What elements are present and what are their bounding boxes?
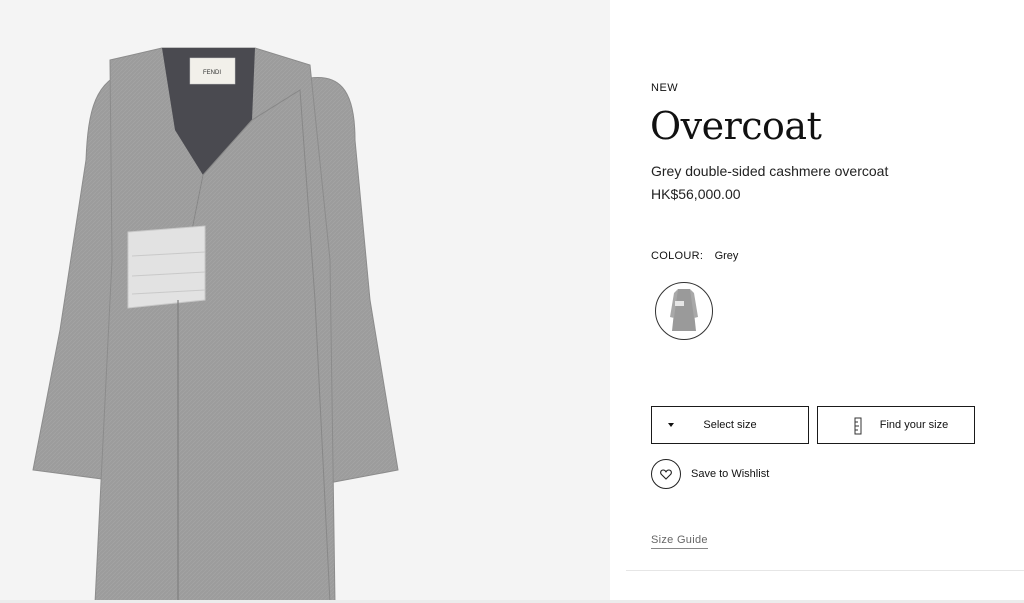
garment-label-text: FENDI [203, 70, 221, 76]
save-to-wishlist-button[interactable]: Save to Wishlist [651, 458, 769, 490]
wishlist-label: Save to Wishlist [691, 468, 770, 480]
colour-value: Grey [714, 250, 739, 262]
product-info-panel: NEW Overcoat Grey double-sided cashmere … [610, 0, 1024, 603]
find-your-size-button[interactable]: Find your size [817, 406, 975, 444]
product-price: HK$56,000.00 [651, 186, 741, 202]
swatch-thumbnail [670, 289, 698, 331]
select-size-button[interactable]: Select size [651, 406, 809, 444]
select-size-label: Select size [703, 419, 757, 431]
find-your-size-label: Find your size [879, 419, 949, 431]
heart-icon [651, 459, 681, 489]
divider [626, 570, 1024, 571]
product-title: Overcoat [650, 104, 822, 148]
product-description: Grey double-sided cashmere overcoat [651, 163, 889, 179]
colour-label: COLOUR: [651, 250, 704, 262]
colour-selector: COLOUR: Grey [651, 250, 738, 262]
ruler-icon [854, 417, 862, 435]
coat-illustration: FENDI [32, 47, 399, 603]
caret-down-icon [668, 423, 674, 427]
new-badge: NEW [651, 82, 679, 94]
colour-swatch-grey[interactable] [655, 282, 713, 340]
size-guide-link[interactable]: Size Guide [651, 534, 708, 549]
product-image[interactable]: FENDI [0, 0, 610, 603]
